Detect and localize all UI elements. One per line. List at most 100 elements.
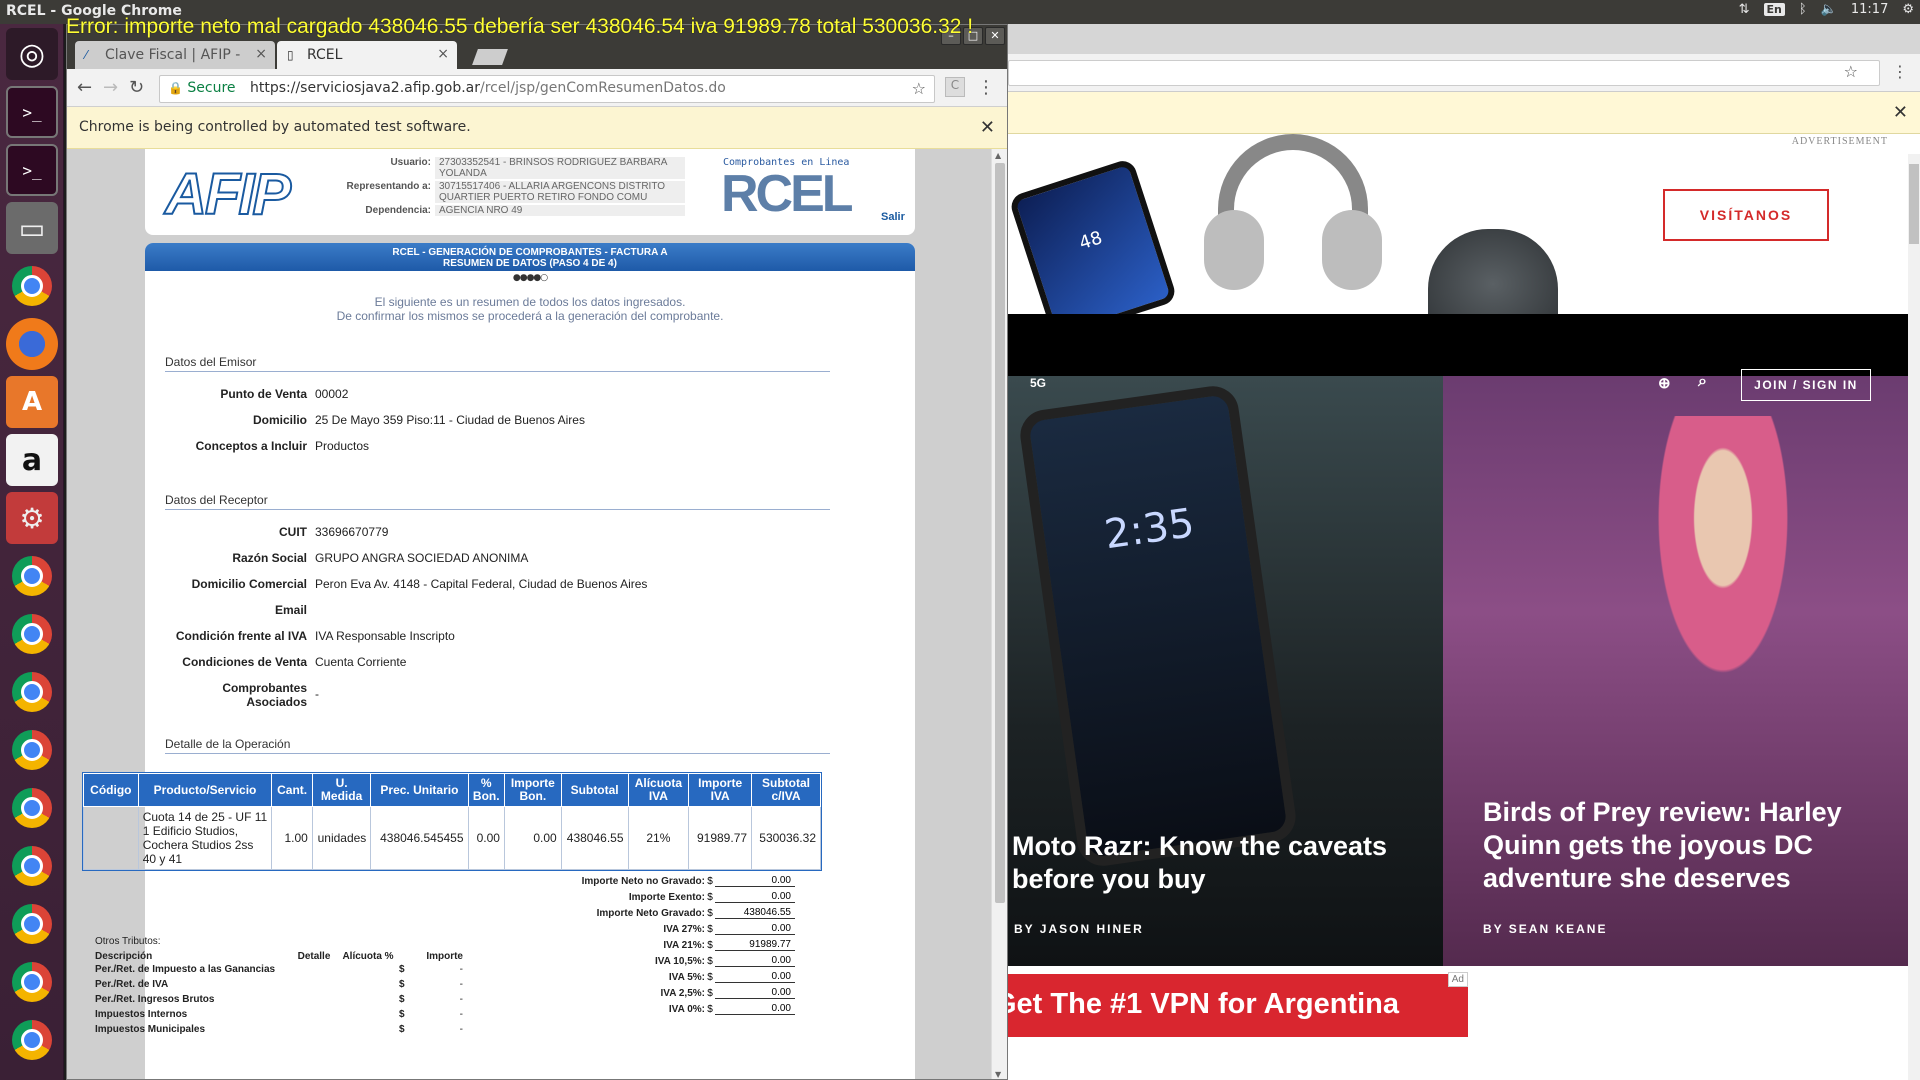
col-precio: Prec. Unitario — [370, 773, 469, 807]
chrome-icon[interactable] — [6, 782, 58, 834]
field-comprobantes-asociados: Comprobantes Asociados - — [165, 681, 319, 709]
ubuntu-dash-icon[interactable]: ◎ — [6, 28, 58, 80]
bookmark-star-icon[interactable]: ☆ — [912, 79, 926, 98]
menu-icon[interactable]: ⋮ — [1892, 62, 1908, 81]
field-label: Email — [274, 603, 307, 617]
title-line-2: RESUMEN DE DATOS (PASO 4 DE 4) — [443, 258, 617, 269]
forward-icon[interactable]: → — [103, 77, 118, 98]
story-card-razr[interactable]: 2:35 Moto Razr: Know the caveats before … — [1008, 376, 1443, 966]
cell: 0.00 — [503, 806, 562, 870]
total-label: IVA 21%: — [663, 939, 705, 951]
bookmark-star-icon[interactable]: ☆ — [1844, 62, 1858, 81]
amazon-icon[interactable]: a — [6, 434, 58, 486]
reload-icon[interactable]: ↻ — [129, 77, 144, 98]
otros-col-alicuota: Alícuota % — [342, 951, 394, 962]
join-sign-in-button[interactable]: JOIN / SIGN IN — [1741, 369, 1871, 401]
cell: 21% — [627, 806, 690, 870]
list-item: Impuestos Municipales $ - — [95, 1022, 463, 1037]
firefox-icon[interactable] — [6, 318, 58, 370]
file-manager-icon[interactable]: ▭ — [6, 202, 58, 254]
bg-url-input[interactable] — [1008, 60, 1880, 86]
bg-scrollbar[interactable] — [1908, 154, 1920, 1080]
chrome-menu-icon[interactable]: ⋮ — [977, 77, 995, 98]
chrome-icon[interactable] — [6, 550, 58, 602]
section-detalle: Detalle de la Operación — [165, 737, 830, 754]
otros-header: Descripción Detalle Alícuota % Importe — [95, 951, 463, 962]
currency-sign: $ — [399, 964, 405, 975]
field-razon-social: Razón Social GRUPO ANGRA SOCIEDAD ANONIMA — [165, 551, 528, 565]
field-label: Domicilio — [252, 413, 307, 427]
afip-favicon-icon: ⁄ — [85, 48, 88, 62]
otros-title: Otros Tributos: — [95, 936, 161, 947]
field-label: CUIT — [279, 525, 307, 539]
field-condicion-iva: Condición frente al IVA IVA Responsable I… — [165, 629, 455, 643]
total-label: Importe Neto no Gravado: — [581, 875, 705, 887]
scroll-down-icon[interactable]: ▼ — [995, 1070, 1001, 1079]
story-card-birds-of-prey[interactable]: Birds of Prey review: Harley Quinn gets … — [1443, 376, 1913, 966]
chrome-icon[interactable] — [6, 724, 58, 776]
total-value: 0.00 — [715, 987, 795, 999]
scrollbar-thumb[interactable] — [995, 163, 1005, 903]
col-importe-iva: Importe IVA — [688, 773, 753, 807]
currency-sign: $ — [399, 1009, 405, 1020]
close-icon[interactable]: ✕ — [1893, 102, 1908, 123]
close-tab-icon[interactable]: × — [255, 46, 267, 62]
terminal-icon[interactable]: >_ — [6, 144, 58, 196]
currency-sign: $ — [707, 987, 713, 999]
product-advertisement[interactable]: ADVERTISEMENT 48 VISÍTANOS — [1008, 134, 1920, 341]
page-scrollbar[interactable]: ▲ ▼ — [991, 149, 1007, 1079]
chrome-icon[interactable] — [6, 956, 58, 1008]
dependencia-value: AGENCIA NRO 49 — [435, 205, 685, 216]
nav-5g[interactable]: 5G — [1030, 376, 1046, 390]
volume-icon[interactable]: 🔈 — [1821, 2, 1837, 17]
otros-col-importe: Importe — [426, 951, 463, 962]
currency-sign: $ — [707, 955, 713, 967]
phone-image: 48 — [1008, 157, 1178, 341]
total-value: 0.00 — [715, 891, 795, 903]
headline-razr[interactable]: Moto Razr: Know the caveats before you b… — [1012, 830, 1432, 896]
chrome-icon[interactable] — [6, 608, 58, 660]
cell: 530036.32 — [751, 806, 821, 870]
chrome-icon[interactable] — [6, 260, 58, 312]
chrome-icon[interactable] — [6, 1014, 58, 1066]
ad-tag: Ad — [1447, 972, 1468, 987]
software-center-icon[interactable]: A — [6, 376, 58, 428]
extension-icon[interactable]: C — [945, 77, 965, 97]
clock[interactable]: 11:17 — [1851, 2, 1888, 17]
page-icon: ▯ — [287, 48, 294, 62]
advertisement-label: ADVERTISEMENT — [1791, 136, 1888, 147]
tab-clave-fiscal[interactable]: ⁄ Clave Fiscal | AFIP - × — [75, 41, 275, 69]
globe-icon[interactable]: ⊕ — [1658, 374, 1671, 392]
url-input[interactable]: 🔒 Secure https://serviciosjava2.afip.gob… — [159, 75, 935, 103]
dependencia-label: Dependencia: — [365, 205, 431, 216]
col-producto: Producto/Servicio — [137, 773, 273, 807]
back-icon[interactable]: ← — [77, 77, 92, 98]
settings-gear-icon[interactable]: ⚙ — [1902, 2, 1914, 17]
chrome-icon[interactable] — [6, 666, 58, 718]
list-item: Per./Ret. de Impuesto a las Ganancias $ - — [95, 962, 463, 977]
currency-sign: $ — [707, 1003, 713, 1015]
scroll-up-icon[interactable]: ▲ — [995, 151, 1001, 160]
keyboard-layout-indicator[interactable]: En — [1763, 3, 1785, 16]
total-value: 0.00 — [715, 955, 795, 967]
network-icon[interactable]: ⇅ — [1739, 2, 1750, 17]
otros-tributos: Otros Tributos: Descripción Detalle Alíc… — [95, 936, 463, 1037]
headline-birds-of-prey[interactable]: Birds of Prey review: Harley Quinn gets … — [1483, 796, 1883, 895]
new-tab-button[interactable] — [472, 49, 508, 65]
visit-button[interactable]: VISÍTANOS — [1663, 189, 1829, 241]
terminal-icon[interactable]: >_ — [6, 86, 58, 138]
tab-rcel[interactable]: ▯ RCEL × — [277, 41, 457, 69]
vpn-advertisement[interactable]: Get The #1 VPN for Argentina Ad — [1008, 972, 1468, 1037]
chrome-icon[interactable] — [6, 898, 58, 950]
bluetooth-icon[interactable]: ᛒ — [1799, 2, 1807, 17]
title-line-1: RCEL - GENERACIÓN DE COMPROBANTES - FACT… — [392, 247, 668, 258]
search-icon[interactable]: ⌕ — [1698, 373, 1707, 391]
otros-value: - — [459, 979, 463, 990]
chrome-icon[interactable] — [6, 840, 58, 892]
system-settings-icon[interactable]: ⚙ — [6, 492, 58, 544]
close-window-button[interactable]: ✕ — [985, 27, 1005, 45]
salir-link[interactable]: Salir — [881, 211, 905, 223]
col-subtotal: Subtotal — [560, 773, 629, 807]
close-icon[interactable]: ✕ — [980, 117, 995, 138]
close-tab-icon[interactable]: × — [437, 46, 449, 62]
